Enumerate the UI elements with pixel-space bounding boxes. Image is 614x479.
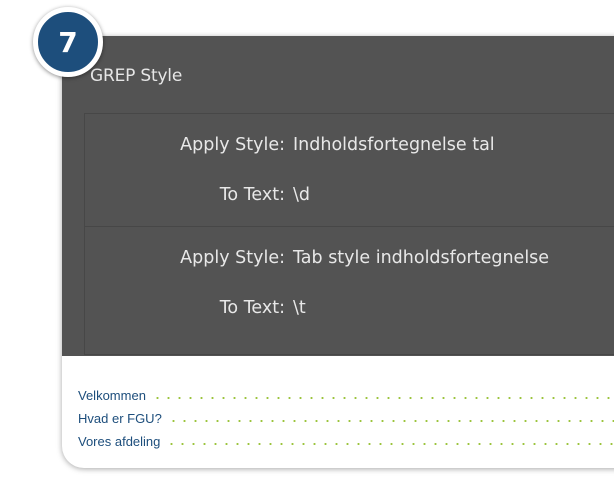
toc-entry[interactable]: Hvad er FGU? [78,407,614,430]
toc-entry[interactable]: Vores afdeling [78,430,614,453]
to-text-value[interactable]: \t [293,298,306,318]
grep-rules-box: Apply Style: Indholdsfortegnelse tal To … [84,113,614,355]
grep-rule-2[interactable]: Apply Style: Tab style indholdsfortegnel… [85,226,614,339]
apply-style-label: Apply Style: [180,135,285,155]
toc-leader-dots [167,419,614,422]
grep-rule-1[interactable]: Apply Style: Indholdsfortegnelse tal To … [85,114,614,226]
to-text-value[interactable]: \d [293,185,310,205]
toc-leader-dots [151,396,614,399]
toc-entry-label: Vores afdeling [78,434,161,449]
toc-entry-label: Hvad er FGU? [78,411,162,426]
toc-entry[interactable]: Velkommen [78,384,614,407]
apply-style-label: Apply Style: [180,248,285,268]
screenshot-stage: 7 GREP Style Apply Style: Indholdsforteg… [0,0,614,479]
step-number-badge: 7 [33,7,103,77]
table-of-contents: Velkommen Hvad er FGU? Vores afdeling [78,384,614,453]
apply-style-value[interactable]: Indholdsfortegnelse tal [293,135,495,155]
toc-leader-dots [166,442,614,445]
to-text-label: To Text: [219,298,285,318]
grep-style-panel: GREP Style Apply Style: Indholdsfortegne… [62,36,614,356]
tutorial-card: GREP Style Apply Style: Indholdsfortegne… [62,36,614,468]
panel-title: GREP Style [90,66,183,86]
to-text-label: To Text: [219,185,285,205]
toc-entry-label: Velkommen [78,388,146,403]
apply-style-value[interactable]: Tab style indholdsfortegnelse [293,248,549,268]
